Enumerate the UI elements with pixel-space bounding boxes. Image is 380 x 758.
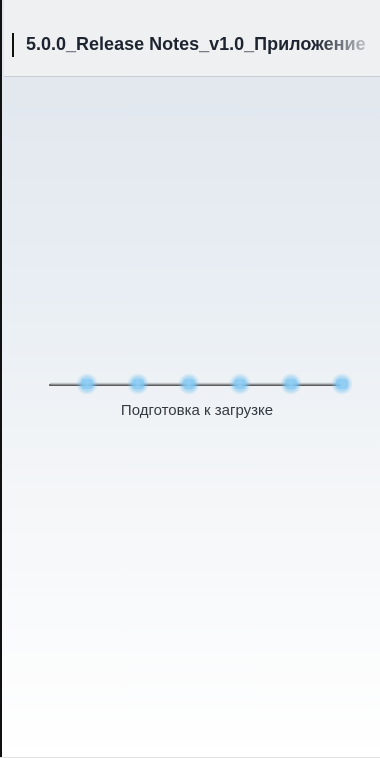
- document-header: 5.0.0_Release Notes_v1.0_Приложение: [4, 0, 380, 77]
- loader-dot: [127, 373, 149, 395]
- loader-dot: [178, 373, 200, 395]
- document-title: 5.0.0_Release Notes_v1.0_Приложение: [26, 34, 366, 54]
- app-window: 5.0.0_Release Notes_v1.0_Приложение Подг…: [0, 0, 380, 758]
- loading-indicator: [49, 373, 352, 395]
- loader-dot: [331, 373, 352, 395]
- loader-dot: [76, 373, 98, 395]
- loader-dot: [229, 373, 251, 395]
- text-cursor: [12, 33, 14, 57]
- loading-status-text: Подготовка к загрузке: [120, 402, 274, 419]
- loader-dot: [280, 373, 302, 395]
